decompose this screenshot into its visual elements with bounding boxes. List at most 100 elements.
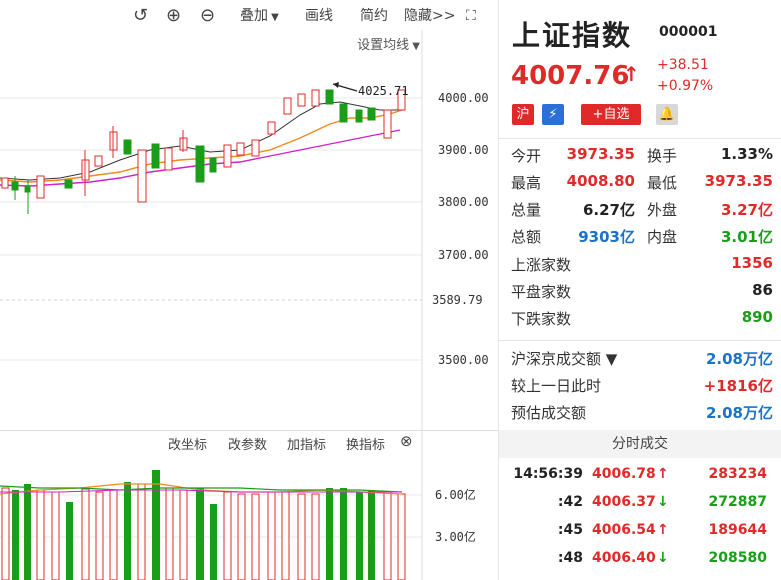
quote-panel: 上证指数 000001 4007.76 ↑ +38.51 +0.97% 沪 ⚡ …	[499, 0, 781, 580]
kline-chart-area[interactable]: 4000.00 3900.00 3800.00 3700.00 3589.79 …	[0, 0, 498, 580]
draw-line-button[interactable]: 画线	[305, 6, 333, 26]
stat-value: 3973.35	[566, 145, 635, 163]
stat-value: 4008.80	[566, 172, 635, 190]
arrow-down-icon: ↓	[657, 550, 669, 566]
y-label-3700: 3700.00	[438, 248, 489, 262]
stat-value: 6.27亿	[582, 201, 635, 219]
candles	[1, 89, 406, 214]
ticks-header: 分时成交	[499, 430, 781, 458]
zoom-in-icon[interactable]: ⊕	[166, 6, 181, 26]
breadth-value: 86	[752, 281, 773, 299]
price-change-pct: +0.97%	[657, 78, 714, 94]
stat-label: 最低	[647, 174, 678, 192]
breadth-label: 上涨家数	[511, 256, 572, 274]
y-label-3589: 3589.79	[432, 293, 483, 307]
arrow-up-icon: ↑	[657, 466, 669, 482]
tick-time: :42	[557, 494, 583, 510]
undo-icon[interactable]: ↺	[133, 6, 148, 26]
tick-row: :42 4006.37 ↓ 272887	[499, 494, 781, 518]
kline-svg[interactable]: 4000.00 3900.00 3800.00 3700.00 3589.79 …	[0, 0, 498, 580]
stat-label: 今开	[511, 147, 542, 165]
index-code: 000001	[659, 24, 718, 40]
stat-row-open: 今开 3973.35 换手 1.33%	[511, 145, 773, 169]
arrow-down-icon: ↓	[657, 494, 669, 510]
tick-time: :45	[557, 522, 583, 538]
overlay-dropdown[interactable]: 叠加 ▼	[240, 6, 279, 26]
y-label-3500: 3500.00	[438, 353, 489, 367]
stat-label: 换手	[647, 147, 678, 165]
zoom-out-icon[interactable]: ⊖	[200, 6, 215, 26]
peak-label: 4025.71	[358, 84, 409, 98]
breadth-row-down: 下跌家数 890	[511, 308, 773, 332]
breadth-value: 890	[741, 308, 773, 326]
stat-label: 内盘	[647, 228, 678, 246]
change-axis-button[interactable]: 改坐标	[168, 434, 207, 453]
tick-price: 4006.78	[592, 466, 656, 482]
y-label-3800: 3800.00	[438, 195, 489, 209]
turnover-label: 较上一日此时	[511, 377, 602, 395]
change-params-button[interactable]: 改参数	[228, 434, 267, 453]
breadth-value: 1356	[731, 254, 773, 272]
add-indicator-button[interactable]: 加指标	[287, 434, 326, 453]
tick-row: :45 4006.54 ↑ 189644	[499, 522, 781, 546]
turnover-label: 预估成交额	[511, 404, 587, 422]
y-label-3900: 3900.00	[438, 143, 489, 157]
stat-row-high: 最高 4008.80 最低 3973.35	[511, 172, 773, 196]
tick-price: 4006.54	[592, 522, 656, 538]
overlay-label: 叠加	[240, 8, 268, 24]
vol-y-label-3: 3.00亿	[435, 529, 476, 544]
lightning-icon[interactable]: ⚡	[542, 104, 564, 125]
tick-qty: 189644	[708, 522, 767, 538]
tick-price: 4006.40	[592, 550, 656, 566]
vol-y-label-6: 6.00亿	[435, 487, 476, 502]
stat-value: 1.33%	[720, 145, 773, 163]
stat-label: 外盘	[647, 201, 678, 219]
tick-row: 14:56:39 4006.78 ↑ 283234	[499, 466, 781, 490]
breadth-label: 下跌家数	[511, 310, 572, 328]
swap-indicator-button[interactable]: 换指标	[346, 434, 385, 453]
fullscreen-icon[interactable]: ⛶	[466, 6, 476, 26]
turnover-label[interactable]: 沪深京成交额 ▼	[511, 348, 617, 369]
ma-settings-label: 设置均线	[357, 38, 410, 53]
divider	[499, 340, 781, 341]
divider	[499, 138, 781, 139]
close-icon[interactable]: ⊗	[400, 432, 413, 450]
current-price: 4007.76	[511, 61, 630, 91]
turnover-row-total[interactable]: 沪深京成交额 ▼ 2.08万亿	[511, 348, 773, 372]
turnover-row-estimate: 预估成交额 2.08万亿	[511, 402, 773, 426]
simple-button[interactable]: 简约	[360, 6, 388, 26]
tick-qty: 208580	[708, 550, 767, 566]
tick-time: 14:56:39	[513, 466, 583, 482]
tick-qty: 283234	[708, 466, 767, 482]
y-label-4000: 4000.00	[438, 91, 489, 105]
ma-settings-dropdown[interactable]: 设置均线 ▼	[357, 34, 420, 53]
tick-row: :48 4006.40 ↓ 208580	[499, 550, 781, 574]
add-watchlist-button[interactable]: +自选	[581, 104, 641, 125]
stat-value: 3973.35	[704, 172, 773, 190]
price-change: +38.51	[657, 57, 709, 73]
breadth-row-flat: 平盘家数 86	[511, 281, 773, 305]
stat-row-amount: 总额 9303亿 内盘 3.01亿	[511, 226, 773, 250]
volume-bars	[1, 470, 406, 580]
breadth-label: 平盘家数	[511, 283, 572, 301]
arrow-up-icon: ↑	[657, 522, 669, 538]
breadth-row-up: 上涨家数 1356	[511, 254, 773, 278]
market-badge[interactable]: 沪	[512, 104, 534, 125]
turnover-value: 2.08万亿	[705, 404, 773, 422]
stat-value: 3.27亿	[720, 201, 773, 219]
tick-price: 4006.37	[592, 494, 656, 510]
stat-label: 总额	[511, 228, 542, 246]
caret-down-icon: ▼	[268, 12, 279, 23]
caret-down-icon: ▼	[409, 41, 420, 52]
turnover-row-compare: 较上一日此时 +1816亿	[511, 375, 773, 399]
turnover-value: 2.08万亿	[705, 350, 773, 368]
stat-label: 最高	[511, 174, 542, 192]
stat-row-volume: 总量 6.27亿 外盘 3.27亿	[511, 199, 773, 223]
tick-qty: 272887	[708, 494, 767, 510]
turnover-value: +1816亿	[703, 377, 773, 395]
hide-button[interactable]: 隐藏>>	[404, 6, 455, 26]
alert-bell-icon[interactable]: 🔔	[656, 104, 678, 125]
tick-time: :48	[557, 550, 583, 566]
chart-toolbar: ↺ ⊕ ⊖ 叠加 ▼ 画线 简约 隐藏>> ⛶	[0, 0, 498, 32]
stat-label: 总量	[511, 201, 542, 219]
